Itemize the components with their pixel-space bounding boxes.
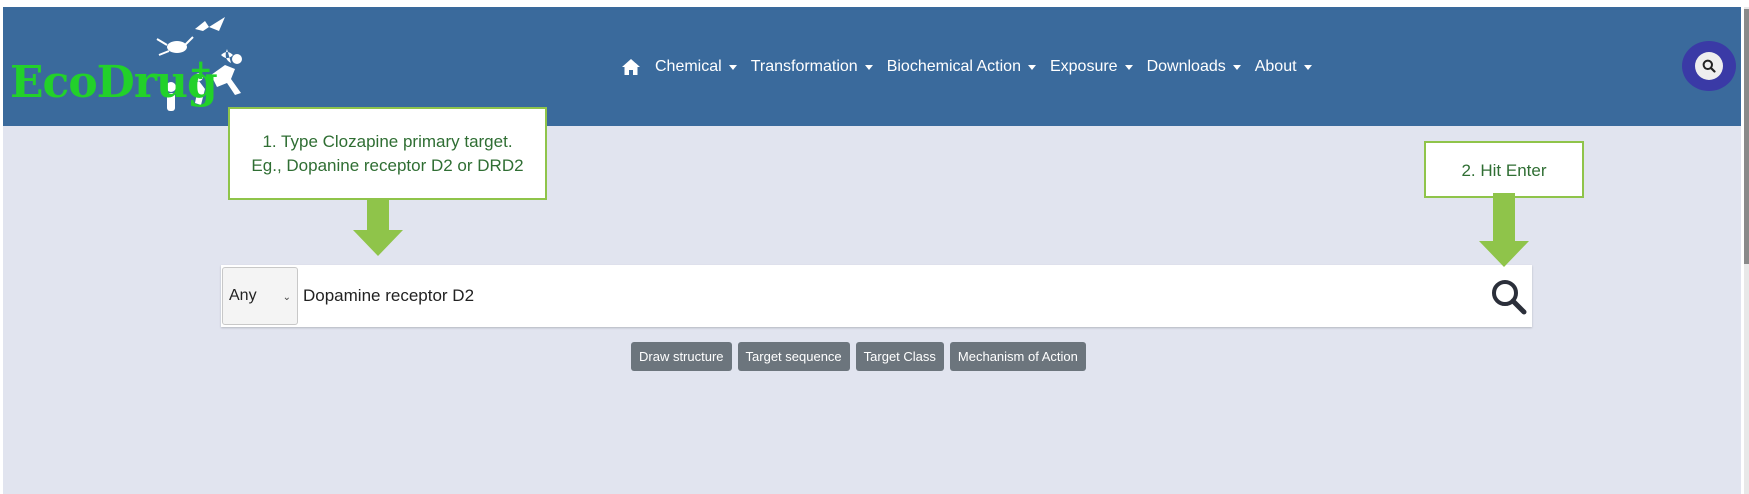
- search-input[interactable]: [303, 265, 1403, 327]
- logo-plus: +: [189, 53, 213, 86]
- nav-downloads[interactable]: Downloads: [1147, 58, 1241, 76]
- search-bar: Any ⌄: [221, 265, 1532, 327]
- home-icon[interactable]: [621, 57, 641, 77]
- search-icon: [1702, 59, 1716, 73]
- arrow-down-icon: [1479, 193, 1529, 267]
- nav-biochemical-action[interactable]: Biochemical Action: [887, 58, 1036, 76]
- nav-chemical[interactable]: Chemical: [655, 58, 737, 76]
- nav-downloads-label: Downloads: [1146, 58, 1226, 75]
- step2-callout: 2. Hit Enter: [1424, 141, 1584, 198]
- logo-text: EcoDrug: [10, 57, 218, 108]
- step1-line2: Eg., Dopanine receptor D2 or DRD2: [251, 156, 524, 175]
- target-sequence-button[interactable]: Target sequence: [737, 342, 850, 371]
- nav-chemical-label: Chemical: [655, 58, 722, 75]
- target-class-button[interactable]: Target Class: [855, 342, 944, 371]
- scrollbar-thumb[interactable]: [1744, 9, 1749, 264]
- header-search-button[interactable]: [1682, 41, 1736, 91]
- ecodrug-logo[interactable]: EcoDrug +: [6, 17, 251, 119]
- step1-line1: 1. Type Clozapine primary target.: [262, 132, 513, 151]
- search-options: Draw structure Target sequence Target Cl…: [631, 342, 1092, 371]
- header-search-button-inner: [1695, 52, 1723, 80]
- search-scope-value: Any: [229, 287, 257, 304]
- mechanism-of-action-button[interactable]: Mechanism of Action: [949, 342, 1086, 371]
- search-scope-select[interactable]: Any ⌄: [222, 267, 298, 325]
- draw-structure-button[interactable]: Draw structure: [631, 342, 732, 371]
- caret-down-icon: [728, 64, 737, 70]
- nav-biochemical-action-label: Biochemical Action: [886, 58, 1021, 75]
- nav-exposure-label: Exposure: [1049, 58, 1118, 75]
- nav-about[interactable]: About: [1255, 58, 1312, 76]
- caret-down-icon: [1303, 64, 1312, 70]
- main-nav: Chemical Transformation Biochemical Acti…: [621, 54, 1326, 80]
- step1-callout: 1. Type Clozapine primary target. Eg., D…: [228, 107, 547, 200]
- caret-down-icon: [1124, 64, 1133, 70]
- nav-transformation[interactable]: Transformation: [751, 58, 873, 76]
- nav-transformation-label: Transformation: [750, 58, 858, 75]
- caret-down-icon: [864, 64, 873, 70]
- caret-down-icon: [1027, 64, 1036, 70]
- caret-down-icon: [1232, 64, 1241, 70]
- step2-text: 2. Hit Enter: [1461, 161, 1547, 180]
- arrow-down-icon: [353, 200, 403, 256]
- scrollbar[interactable]: [1744, 7, 1749, 494]
- nav-about-label: About: [1254, 58, 1297, 75]
- chevron-down-icon: ⌄: [282, 292, 291, 303]
- nav-exposure[interactable]: Exposure: [1050, 58, 1133, 76]
- search-submit-icon[interactable]: [1489, 277, 1529, 317]
